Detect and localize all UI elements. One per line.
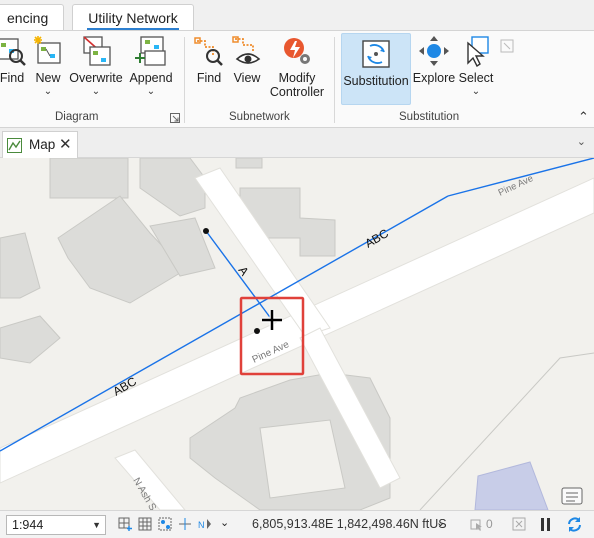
- collapse-ribbon-icon[interactable]: ⌃: [578, 109, 589, 125]
- tab-editing[interactable]: encing: [0, 4, 64, 30]
- north-arrow-icon[interactable]: N: [198, 517, 212, 531]
- dropdown-arrow-icon: ▼: [92, 520, 101, 530]
- refresh-icon[interactable]: [566, 516, 583, 533]
- diagram-append-icon: [135, 36, 166, 66]
- scale-value: 1:944: [12, 518, 44, 532]
- select-button[interactable]: Select ⌄: [456, 35, 496, 105]
- network-junction[interactable]: [203, 228, 209, 234]
- map-canvas[interactable]: Pine Ave Pine Ave N Ash S ABC ABC A: [0, 158, 594, 510]
- map-tab[interactable]: Map ✕: [2, 131, 78, 158]
- diagram-append-button[interactable]: Append ⌄: [126, 35, 176, 105]
- modify-controller-label-line2: Controller: [269, 85, 325, 99]
- tab-utility-network-label: Utility Network: [88, 10, 178, 26]
- ribbon-tab-bar: encing Utility Network: [0, 0, 594, 32]
- map-notes-icon[interactable]: [561, 487, 583, 505]
- modify-controller-icon: [284, 38, 310, 64]
- diagram-overwrite-button[interactable]: Overwrite ⌄: [68, 35, 124, 105]
- status-bar: 1:944 ▼ N ⌄ 6,805,913.48E 1,842,498.46N …: [0, 510, 594, 538]
- grid-icon[interactable]: [138, 517, 152, 531]
- chevron-down-icon[interactable]: ⌄: [436, 516, 445, 529]
- diagram-new-button[interactable]: New ⌄: [30, 35, 66, 105]
- subnetwork-find-button[interactable]: Find: [192, 35, 226, 105]
- chevron-down-icon: ⌄: [91, 86, 101, 97]
- chevron-down-icon[interactable]: ⌄: [220, 516, 229, 529]
- explore-icon: [419, 36, 449, 66]
- add-grid-icon[interactable]: [118, 517, 132, 531]
- ribbon: Find New ⌄ Overwrite ⌄ Append ⌄ Diagram …: [0, 30, 594, 128]
- subnetwork-view-label: View: [233, 71, 261, 85]
- subnetwork-find-icon: [194, 37, 223, 66]
- diagram-find-button[interactable]: Find: [0, 35, 30, 105]
- map-tab-strip: Map ✕ ⌄: [0, 128, 594, 158]
- diagram-new-label: New: [35, 71, 61, 85]
- diagram-find-icon: [0, 38, 26, 66]
- map-view[interactable]: Pine Ave Pine Ave N Ash S ABC ABC A: [0, 158, 594, 510]
- group-separator: [184, 37, 185, 123]
- modify-controller-label: Modify Controller: [266, 71, 328, 99]
- network-junction[interactable]: [254, 328, 260, 334]
- selected-features-icon[interactable]: [470, 517, 484, 531]
- diagram-find-label: Find: [0, 71, 25, 85]
- selected-count: 0: [486, 517, 493, 531]
- select-label: Select: [458, 71, 494, 85]
- modify-controller-label-line1: Modify: [278, 71, 316, 85]
- diagram-new-icon: [34, 36, 61, 64]
- select-icon: [467, 36, 489, 67]
- subnetwork-view-icon: [232, 36, 261, 64]
- subnetwork-find-label: Find: [196, 71, 222, 85]
- courtyard: [259, 419, 346, 499]
- building: [235, 158, 263, 169]
- clear-selection-icon[interactable]: [500, 39, 514, 53]
- map-tab-label: Map: [29, 137, 56, 152]
- modify-controller-button[interactable]: Modify Controller: [266, 35, 328, 105]
- snapping-icon[interactable]: [158, 517, 172, 531]
- subnetwork-group-label: Subnetwork: [229, 111, 290, 123]
- refresh-view-icon[interactable]: [512, 517, 526, 531]
- close-icon[interactable]: ✕: [59, 132, 72, 158]
- arcgis-pro-window: encing Utility Network Find New ⌄ Overwr…: [0, 0, 594, 538]
- substitution-icon: [362, 40, 390, 68]
- building: [49, 158, 129, 199]
- substitution-label: Substitution: [343, 74, 409, 88]
- tab-utility-network[interactable]: Utility Network: [72, 4, 194, 30]
- chevron-down-icon[interactable]: ⌄: [577, 135, 586, 148]
- substitution-group-label: Substitution: [399, 111, 460, 123]
- pause-drawing-icon[interactable]: [540, 518, 551, 531]
- svg-text:N: N: [198, 520, 205, 530]
- diagram-overwrite-label: Overwrite: [69, 71, 123, 85]
- chevron-down-icon: ⌄: [146, 86, 156, 97]
- scale-selector[interactable]: 1:944 ▼: [6, 515, 106, 535]
- diagram-append-label: Append: [129, 71, 173, 85]
- explore-button[interactable]: Explore: [412, 35, 456, 105]
- map-icon: [7, 138, 22, 153]
- constraints-icon[interactable]: [178, 517, 192, 531]
- coordinates-readout: 6,805,913.48E 1,842,498.46N ftUS: [252, 517, 447, 531]
- subnetwork-view-button[interactable]: View: [230, 35, 264, 105]
- explore-label: Explore: [412, 71, 456, 85]
- substitution-button[interactable]: Substitution: [341, 33, 411, 105]
- diagram-group-label: Diagram: [55, 111, 99, 123]
- group-separator: [334, 37, 335, 123]
- dialog-launcher-icon[interactable]: [170, 113, 180, 123]
- chevron-down-icon: ⌄: [471, 86, 481, 97]
- diagram-overwrite-icon: [83, 36, 111, 66]
- chevron-down-icon: ⌄: [43, 86, 53, 97]
